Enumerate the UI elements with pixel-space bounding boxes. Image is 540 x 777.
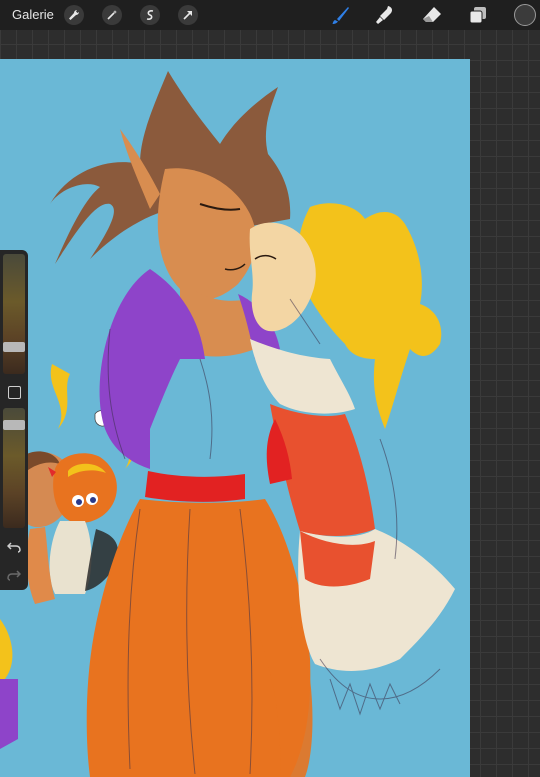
undo-icon xyxy=(7,542,21,553)
gallery-button[interactable]: Galerie xyxy=(12,7,54,22)
transform-button[interactable] xyxy=(178,5,198,25)
top-toolbar: Galerie xyxy=(0,0,540,30)
adjustments-button[interactable] xyxy=(102,5,122,25)
opacity-thumb[interactable] xyxy=(3,420,25,430)
transform-arrow-icon xyxy=(183,11,192,20)
brush-icon xyxy=(332,7,349,24)
brush-size-slider[interactable] xyxy=(3,254,25,374)
redo-button[interactable] xyxy=(6,568,22,582)
undo-button[interactable] xyxy=(6,540,22,554)
eraser-tool-button[interactable] xyxy=(421,4,443,26)
color-swatch-button[interactable] xyxy=(514,4,536,26)
selection-icon xyxy=(146,10,154,20)
smudge-icon xyxy=(376,6,392,24)
selection-button[interactable] xyxy=(140,5,160,25)
layers-icon xyxy=(469,7,486,24)
actions-button[interactable] xyxy=(64,5,84,25)
smudge-tool-button[interactable] xyxy=(374,4,396,26)
side-slider-panel xyxy=(0,250,28,590)
layers-button[interactable] xyxy=(467,4,489,26)
magic-wand-icon xyxy=(107,10,117,20)
eraser-icon xyxy=(423,7,441,22)
redo-icon xyxy=(7,570,21,581)
wrench-icon xyxy=(69,10,79,20)
brush-tool-button[interactable] xyxy=(330,4,352,26)
artwork xyxy=(0,71,455,777)
brush-size-thumb[interactable] xyxy=(3,342,25,352)
modify-button[interactable] xyxy=(8,386,21,399)
drawing-canvas[interactable] xyxy=(0,59,470,777)
